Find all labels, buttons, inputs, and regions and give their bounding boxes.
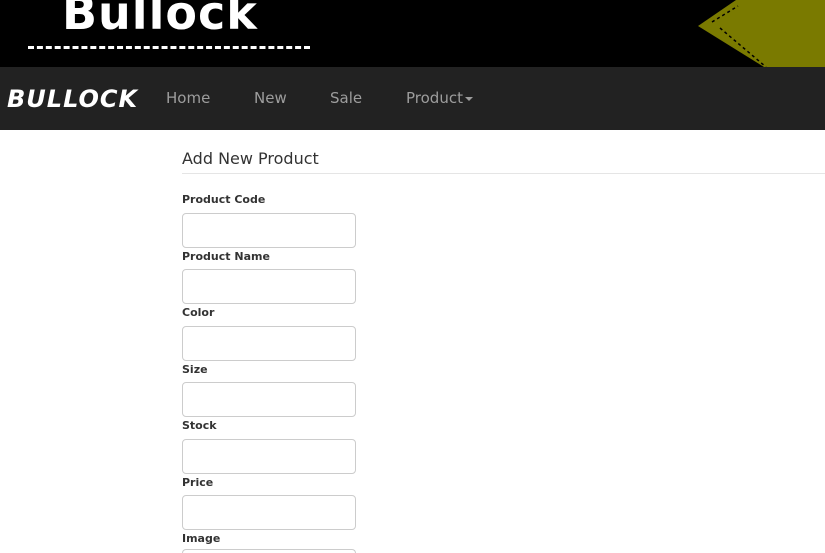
color-input[interactable] — [182, 326, 356, 361]
nav-link-product-label: Product — [406, 89, 463, 107]
nav-link-new[interactable]: New — [254, 89, 287, 107]
page-title: Add New Product — [182, 149, 319, 168]
header-banner: Bullock — [0, 0, 825, 67]
product-code-input[interactable] — [182, 213, 356, 248]
navbar-brand[interactable]: BULLOCK — [7, 85, 138, 113]
product-name-input[interactable] — [182, 269, 356, 304]
tag-decoration-icon — [698, 0, 825, 67]
product-code-label: Product Code — [182, 193, 266, 206]
nav-link-home[interactable]: Home — [166, 89, 210, 107]
navbar: BULLOCK Home New Sale Product — [0, 67, 825, 130]
size-label: Size — [182, 363, 208, 376]
nav-link-sale[interactable]: Sale — [330, 89, 362, 107]
image-label: Image — [182, 532, 221, 545]
stock-input[interactable] — [182, 439, 356, 474]
nav-dropdown-product[interactable]: Product — [406, 89, 473, 107]
color-label: Color — [182, 306, 215, 319]
price-label: Price — [182, 476, 214, 489]
stock-label: Stock — [182, 419, 217, 432]
title-divider — [182, 173, 825, 174]
banner-logo: Bullock — [62, 0, 258, 40]
banner-dashed-underline — [28, 46, 310, 49]
size-input[interactable] — [182, 382, 356, 417]
product-name-label: Product Name — [182, 250, 270, 263]
price-input[interactable] — [182, 495, 356, 530]
caret-down-icon — [464, 96, 473, 101]
image-input[interactable] — [182, 549, 356, 553]
